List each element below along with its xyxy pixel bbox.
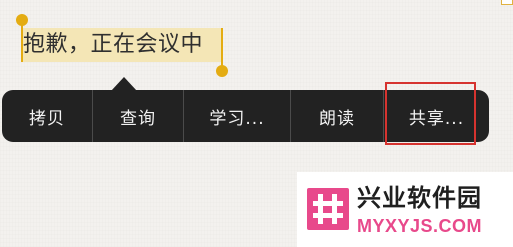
selection-start-caret xyxy=(21,22,23,62)
selection-end-handle[interactable] xyxy=(216,65,228,77)
share-highlight-annotation xyxy=(385,82,476,145)
hash-icon xyxy=(307,188,349,230)
menu-item-learn[interactable]: 学习... xyxy=(184,90,291,142)
menu-item-copy[interactable]: 拷贝 xyxy=(2,90,93,142)
watermark-domain: MYXYJS.COM xyxy=(357,216,483,236)
selected-text: 抱歉，正在会议中 xyxy=(23,32,204,57)
menu-item-speak[interactable]: 朗读 xyxy=(291,90,384,142)
corner-mark xyxy=(501,0,513,5)
selection-end-caret xyxy=(221,28,223,70)
watermark: 兴业软件园 MYXYJS.COM xyxy=(297,172,513,247)
watermark-title: 兴业软件园 xyxy=(357,184,482,212)
menu-item-lookup[interactable]: 查询 xyxy=(93,90,184,142)
context-menu-pointer xyxy=(111,77,137,91)
selection-start-handle[interactable] xyxy=(16,14,28,26)
